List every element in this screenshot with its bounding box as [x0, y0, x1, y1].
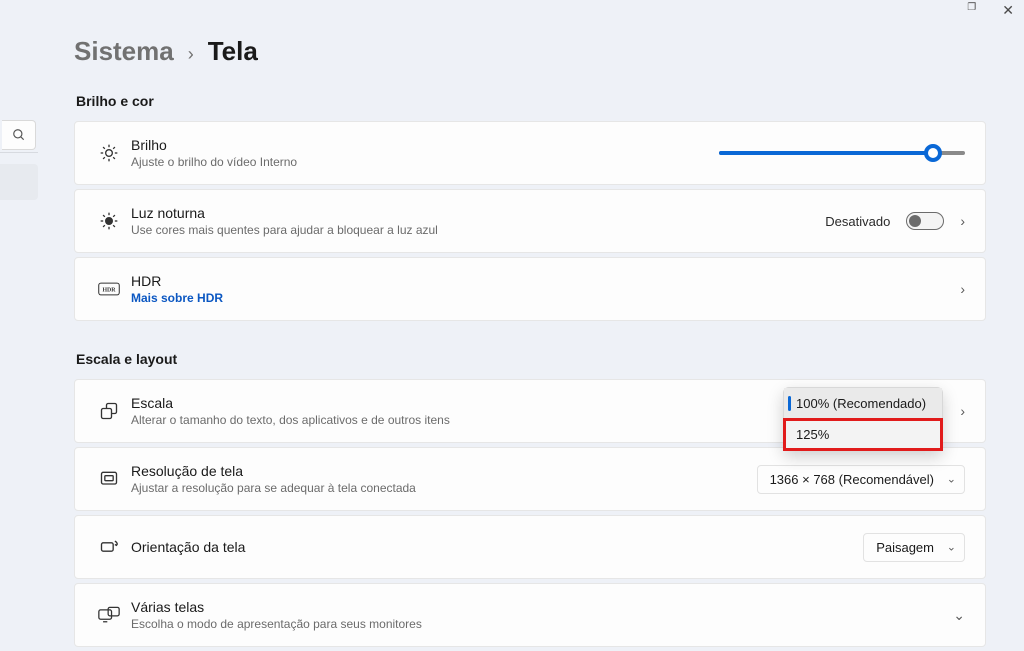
chevron-right-icon: › [188, 44, 194, 65]
row-title: Brilho [131, 137, 719, 153]
row-scale[interactable]: Escala Alterar o tamanho do texto, dos a… [74, 379, 986, 443]
nav-item-selected[interactable] [0, 164, 38, 200]
slider-thumb[interactable] [924, 144, 942, 162]
hdr-learn-more-link[interactable]: Mais sobre HDR [131, 291, 960, 305]
orientation-select[interactable]: Paisagem ⌄ [863, 533, 965, 562]
left-nav-collapsed [0, 0, 38, 641]
resolution-icon [89, 469, 129, 489]
close-icon[interactable]: ✕ [1002, 2, 1014, 19]
row-subtitle: Escolha o modo de apresentação para seus… [131, 617, 953, 631]
row-subtitle: Use cores mais quentes para ajudar a blo… [131, 223, 825, 237]
scale-icon [89, 401, 129, 421]
row-subtitle: Alterar o tamanho do texto, dos aplicati… [131, 413, 748, 427]
resolution-select[interactable]: 1366 × 768 (Recomendável) ⌄ [757, 465, 965, 494]
section-header-brightness: Brilho e cor [76, 93, 986, 109]
multiple-displays-icon [89, 606, 129, 624]
row-subtitle: Ajustar a resolução para se adequar à te… [131, 481, 757, 495]
row-night-light[interactable]: Luz noturna Use cores mais quentes para … [74, 189, 986, 253]
section-header-scale: Escala e layout [76, 351, 986, 367]
row-title: Escala [131, 395, 748, 411]
row-subtitle: Ajuste o brilho do vídeo Interno [131, 155, 719, 169]
breadcrumb-parent[interactable]: Sistema [74, 36, 174, 67]
chevron-down-icon: ⌄ [947, 473, 956, 486]
orientation-value: Paisagem [876, 540, 934, 555]
svg-text:HDR: HDR [102, 288, 116, 294]
row-multiple-displays[interactable]: Várias telas Escolha o modo de apresenta… [74, 583, 986, 647]
brightness-slider[interactable] [719, 151, 965, 155]
chevron-down-icon: ⌄ [947, 541, 956, 554]
night-light-icon [89, 211, 129, 231]
restore-icon[interactable]: ❐ [967, 2, 974, 19]
row-title: Luz noturna [131, 205, 825, 221]
row-title: HDR [131, 273, 960, 289]
row-title: Orientação da tela [131, 539, 863, 555]
breadcrumb: Sistema › Tela [74, 36, 986, 67]
scale-option-125[interactable]: 125% [784, 419, 942, 450]
chevron-right-icon: › [960, 281, 965, 297]
row-brightness: Brilho Ajuste o brilho do vídeo Interno [74, 121, 986, 185]
breadcrumb-current: Tela [208, 36, 258, 67]
row-resolution[interactable]: Resolução de tela Ajustar a resolução pa… [74, 447, 986, 511]
chevron-down-icon: ⌄ [953, 607, 965, 624]
row-title: Resolução de tela [131, 463, 757, 479]
row-title: Várias telas [131, 599, 953, 615]
window-controls: ❐ ✕ [967, 2, 1014, 19]
night-light-toggle[interactable] [906, 212, 944, 230]
row-orientation[interactable]: Orientação da tela Paisagem ⌄ [74, 515, 986, 579]
toggle-state-label: Desativado [825, 214, 890, 229]
hdr-icon: HDR [89, 282, 129, 296]
sun-icon [89, 143, 129, 163]
row-hdr[interactable]: HDR HDR Mais sobre HDR › [74, 257, 986, 321]
search-button[interactable] [2, 120, 36, 150]
orientation-icon [89, 537, 129, 557]
chevron-right-icon: › [960, 403, 965, 419]
resolution-value: 1366 × 768 (Recomendável) [770, 472, 934, 487]
scale-dropdown: 100% (Recomendado) 125% [783, 387, 943, 451]
scale-option-100[interactable]: 100% (Recomendado) [784, 388, 942, 419]
chevron-right-icon: › [960, 213, 965, 229]
